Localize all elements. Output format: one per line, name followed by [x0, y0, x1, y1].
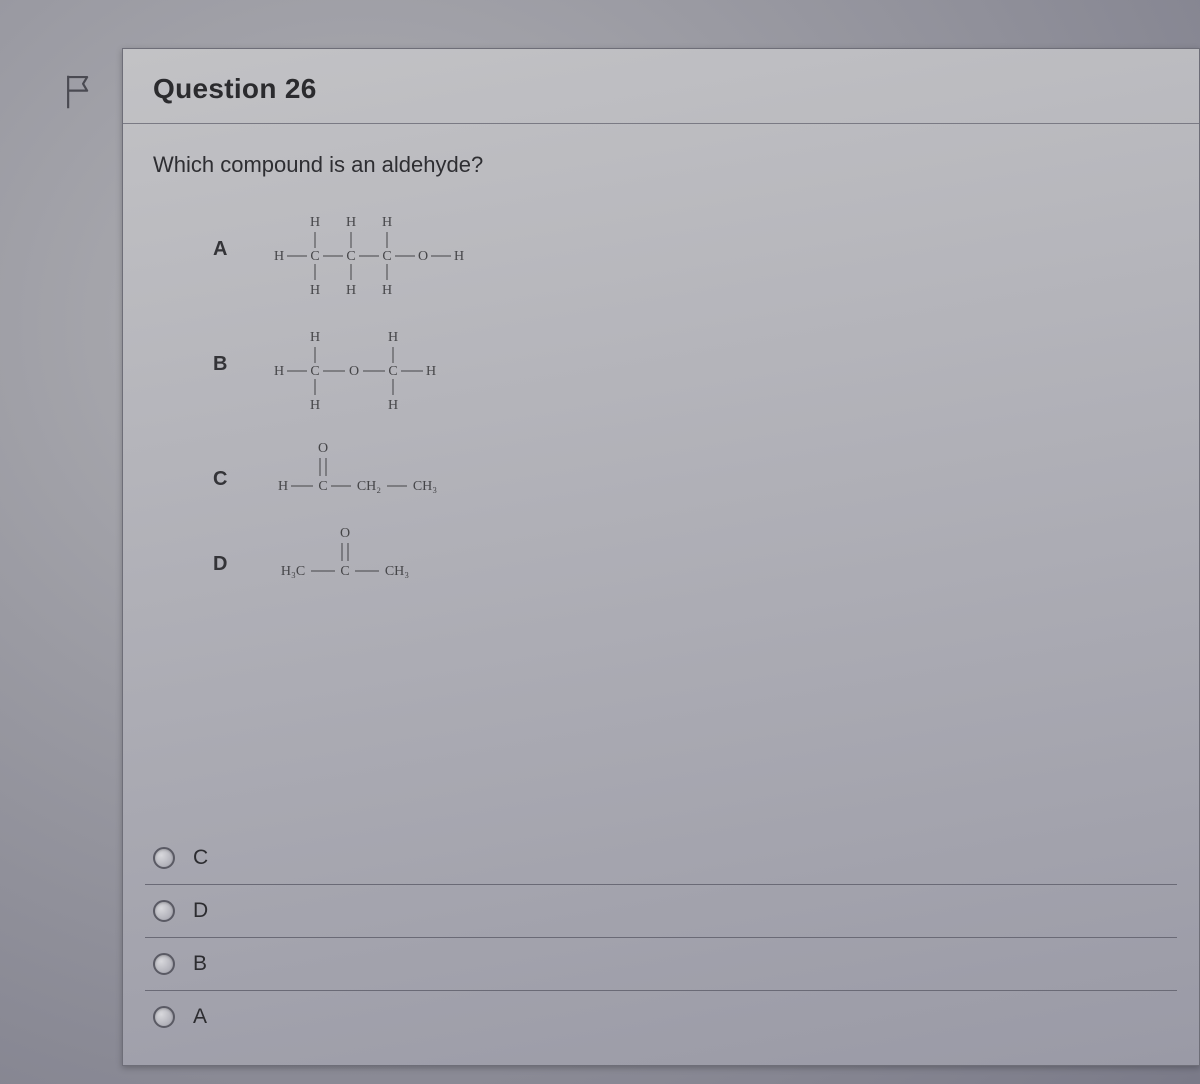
answer-option-b[interactable]: B: [145, 938, 1177, 991]
answer-label: D: [193, 899, 208, 923]
answer-label: B: [193, 952, 207, 976]
svg-text:H: H: [278, 479, 288, 494]
svg-text:H: H: [310, 330, 320, 345]
svg-text:C: C: [310, 364, 319, 379]
structure-d-diagram: O H₃C C CH₃: [253, 523, 483, 598]
structure-d: D O H₃C C CH₃: [213, 523, 1169, 598]
answer-label: A: [193, 1005, 207, 1029]
question-card: Question 26 Which compound is an aldehyd…: [122, 48, 1200, 1066]
radio-icon: [153, 847, 175, 869]
flag-icon[interactable]: [62, 73, 96, 111]
structure-label: D: [213, 523, 253, 576]
structure-a: A H H H H C C: [213, 208, 1169, 313]
svg-text:CH₃: CH₃: [385, 564, 409, 579]
svg-text:H: H: [346, 215, 356, 230]
structure-b-diagram: H H H C O C H: [253, 323, 483, 428]
answer-label: C: [193, 846, 208, 870]
radio-icon: [153, 1006, 175, 1028]
svg-text:C: C: [318, 479, 327, 494]
question-header: Question 26: [123, 49, 1199, 124]
svg-text:CH₃: CH₃: [413, 479, 437, 494]
svg-text:C: C: [310, 249, 319, 264]
svg-text:H: H: [388, 398, 398, 413]
structure-label: A: [213, 208, 253, 261]
svg-text:O: O: [340, 526, 350, 541]
structure-label: B: [213, 323, 253, 376]
svg-text:C: C: [346, 249, 355, 264]
structure-b: B H H H C O C: [213, 323, 1169, 428]
svg-text:O: O: [418, 249, 428, 264]
structure-c-diagram: O H C CH₂ CH₃: [253, 438, 483, 513]
svg-text:H: H: [274, 249, 284, 264]
svg-text:H: H: [310, 215, 320, 230]
answer-option-a[interactable]: A: [145, 991, 1177, 1043]
svg-text:H: H: [426, 364, 436, 379]
svg-text:H: H: [274, 364, 284, 379]
svg-text:CH₂: CH₂: [357, 479, 381, 494]
question-title: Question 26: [153, 73, 1169, 105]
structures-container: A H H H H C C: [213, 208, 1169, 598]
radio-icon: [153, 900, 175, 922]
svg-text:H: H: [382, 283, 392, 298]
structure-a-diagram: H H H H C C C O: [253, 208, 483, 313]
structure-c: C O H C CH₂ CH₃: [213, 438, 1169, 513]
question-body: Which compound is an aldehyde? A H H H H: [123, 124, 1199, 620]
svg-text:C: C: [388, 364, 397, 379]
svg-text:O: O: [318, 441, 328, 456]
answer-options: C D B A: [145, 832, 1177, 1043]
svg-text:C: C: [382, 249, 391, 264]
svg-text:H: H: [388, 330, 398, 345]
svg-text:H: H: [346, 283, 356, 298]
svg-text:H: H: [310, 283, 320, 298]
radio-icon: [153, 953, 175, 975]
svg-text:H: H: [454, 249, 464, 264]
svg-text:H: H: [310, 398, 320, 413]
question-text: Which compound is an aldehyde?: [153, 152, 1169, 178]
svg-text:O: O: [349, 364, 359, 379]
svg-text:H: H: [382, 215, 392, 230]
svg-text:C: C: [340, 564, 349, 579]
structure-label: C: [213, 438, 253, 491]
answer-option-c[interactable]: C: [145, 832, 1177, 885]
answer-option-d[interactable]: D: [145, 885, 1177, 938]
svg-text:H₃C: H₃C: [281, 564, 305, 579]
